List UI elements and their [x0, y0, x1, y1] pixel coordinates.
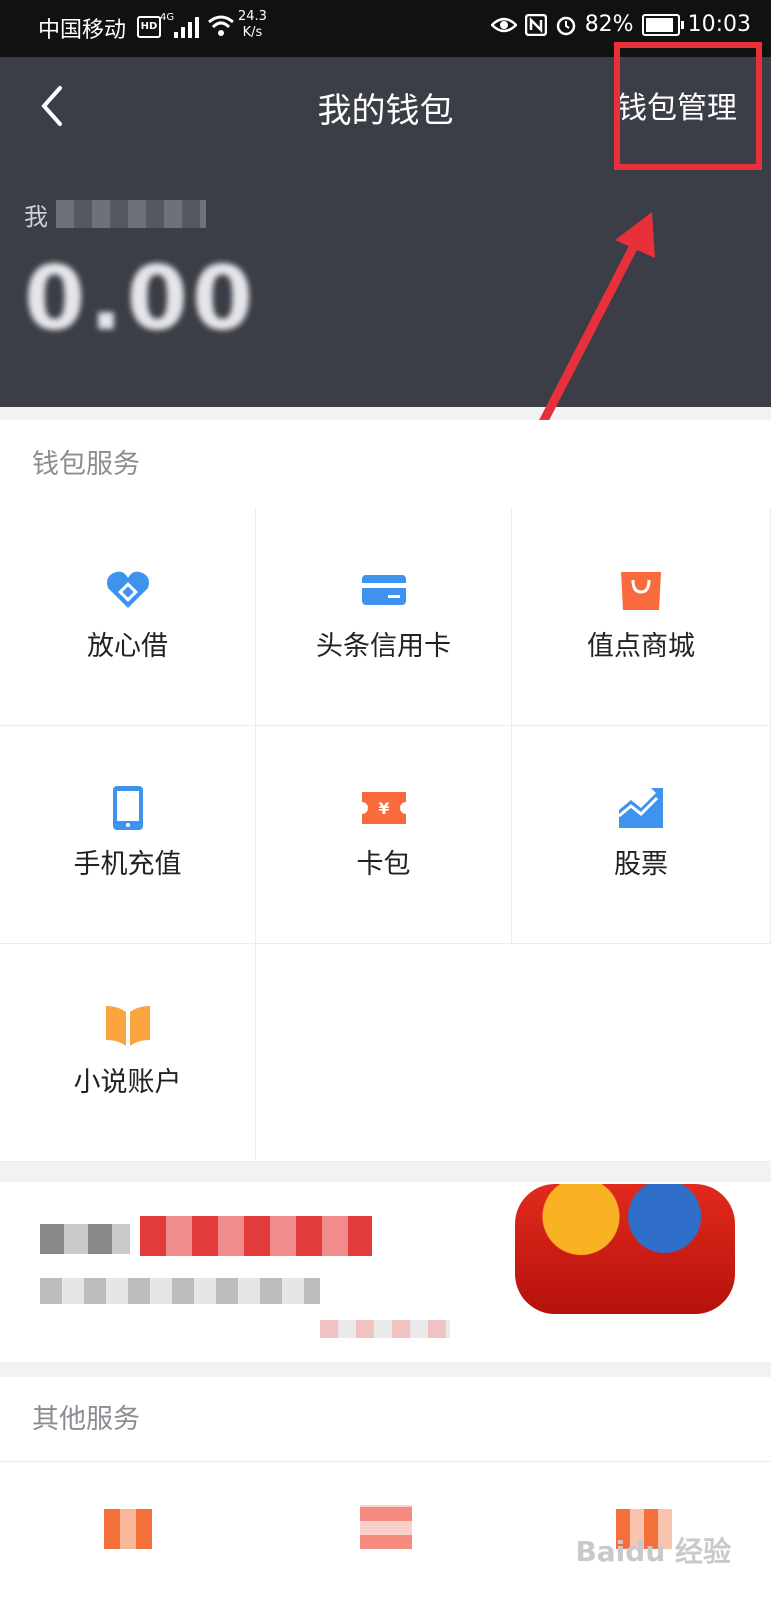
service-item-recharge[interactable]: 手机充值 [0, 726, 256, 944]
signal-icon [174, 17, 199, 38]
battery-icon [641, 13, 684, 36]
service-item-novel-account[interactable]: 小说账户 [0, 944, 256, 1162]
hd-badge: HD [137, 16, 161, 38]
blurred-subtitle [40, 1278, 320, 1304]
service-item-card-pack[interactable]: ¥ 卡包 [256, 726, 512, 944]
nfc-icon [524, 13, 547, 36]
carrier-name: 中国移动 [38, 18, 127, 43]
blurred-label [56, 200, 206, 228]
service-label: 值点商城 [587, 631, 695, 662]
section-title: 其他服务 [32, 1404, 140, 1435]
shopping-bag-icon [621, 572, 661, 610]
service-label: 手机充值 [73, 849, 182, 880]
blurred-banner-image [515, 1184, 735, 1314]
stock-chart-icon [618, 788, 663, 828]
service-item-credit-card[interactable]: 头条信用卡 [256, 508, 512, 726]
network-speed: 24.3 K/s [238, 9, 267, 41]
alarm-icon [556, 16, 575, 35]
service-label: 小说账户 [73, 1067, 182, 1098]
blurred-text [40, 1224, 130, 1254]
service-label: 卡包 [356, 849, 411, 880]
balance-amount: 0.00 [24, 247, 258, 350]
svg-text:¥: ¥ [378, 799, 389, 818]
service-label: 头条信用卡 [316, 631, 451, 662]
service-label: 股票 [614, 849, 668, 880]
network-type: 4G [160, 12, 175, 23]
blurred-service-icon[interactable] [360, 1505, 412, 1549]
blurred-headline [140, 1216, 372, 1256]
section-title: 钱包服务 [32, 449, 140, 480]
balance-label: 我 [24, 203, 48, 231]
watermark: Baidu 经验 [575, 1535, 731, 1568]
service-item-stock[interactable]: 股票 [512, 726, 771, 944]
speed-unit: K/s [242, 25, 263, 40]
battery-percent: 82% [584, 12, 634, 37]
service-label: 放心借 [87, 631, 168, 662]
promo-banner[interactable] [0, 1182, 771, 1362]
divider [0, 1461, 771, 1462]
wifi-icon [208, 15, 234, 36]
service-item-loan[interactable]: 放心借 [0, 508, 256, 726]
banner-pagination [320, 1320, 450, 1338]
speed-value: 24.3 [238, 9, 267, 24]
ticket-icon: ¥ [361, 792, 406, 824]
eye-icon [490, 17, 517, 32]
clock: 10:03 [687, 12, 751, 37]
book-icon [105, 1006, 150, 1046]
status-right: 82% 10:03 [490, 12, 751, 37]
empty-cell [256, 944, 771, 1162]
blurred-service-icon[interactable] [104, 1509, 152, 1549]
annotation-highlight-box [614, 42, 762, 170]
credit-card-icon [361, 575, 406, 605]
phone-icon [112, 786, 143, 830]
heart-coin-icon [106, 571, 149, 608]
service-item-mall[interactable]: 值点商城 [512, 508, 771, 726]
wallet-services-section: 钱包服务 [0, 420, 771, 508]
